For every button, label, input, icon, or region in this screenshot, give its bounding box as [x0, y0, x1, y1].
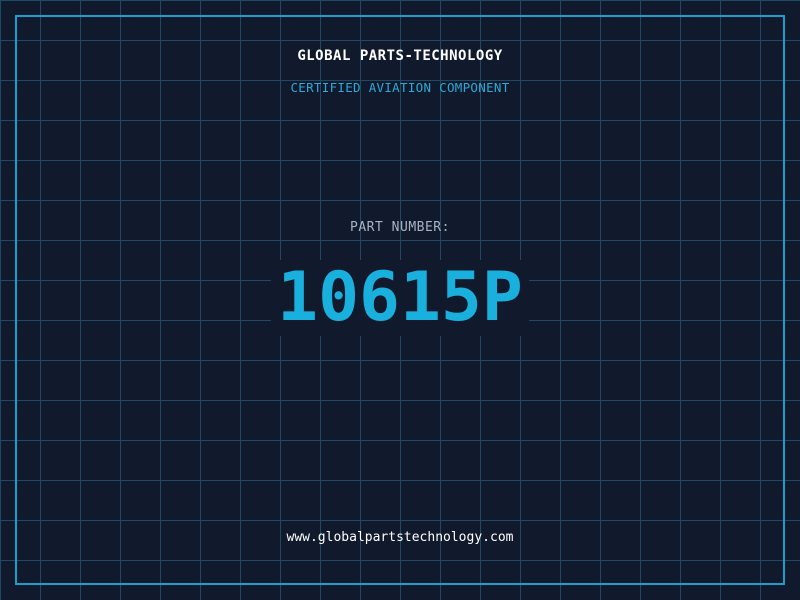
- part-number-container: 10615P: [0, 260, 800, 336]
- certification-tagline: CERTIFIED AVIATION COMPONENT: [290, 80, 510, 95]
- part-number-value: 10615P: [271, 260, 529, 336]
- website-url: www.globalpartstechnology.com: [286, 530, 514, 545]
- part-number-label: PART NUMBER:: [350, 220, 450, 235]
- brand-title: GLOBAL PARTS-TECHNOLOGY: [297, 48, 503, 64]
